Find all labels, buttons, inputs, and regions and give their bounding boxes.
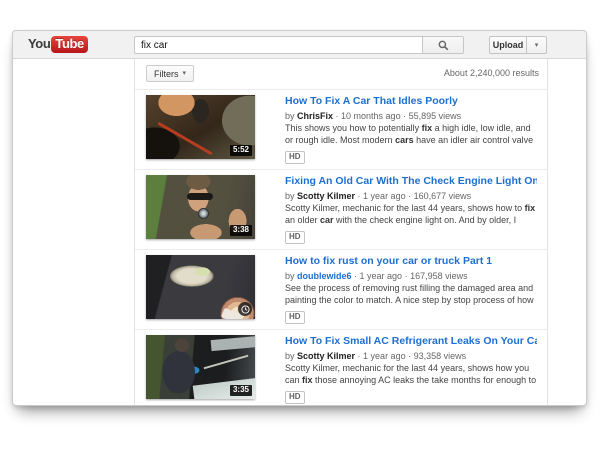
- thumbnail-art: [187, 193, 213, 200]
- chevron-down-icon: ▾: [182, 70, 187, 77]
- video-age: 10 months ago: [341, 111, 401, 121]
- watch-later-icon[interactable]: [238, 302, 252, 316]
- author-link[interactable]: Scotty Kilmer: [297, 351, 355, 361]
- meta-separator: ·: [402, 271, 411, 281]
- meta-separator: ·: [405, 351, 414, 361]
- author-link[interactable]: Scotty Kilmer: [297, 191, 355, 201]
- upload-caret-button[interactable]: ▾: [526, 36, 547, 54]
- result-row: 3:35 How To Fix Small AC Refrigerant Lea…: [135, 330, 547, 405]
- video-description: This shows you how to potentially fix a …: [285, 123, 534, 145]
- logo-tube-text: Tube: [51, 36, 88, 53]
- video-age: 1 year ago: [359, 271, 403, 281]
- meta-separator: ·: [400, 111, 409, 121]
- upload-button[interactable]: Upload: [489, 36, 526, 54]
- hd-badge: HD: [285, 231, 305, 244]
- video-title-link[interactable]: Fixing An Old Car With The Check Engine …: [285, 175, 537, 188]
- duration-badge: 3:35: [229, 385, 252, 396]
- video-thumbnail[interactable]: 5:52: [146, 95, 255, 159]
- video-meta: by Scotty Kilmer · 1 year ago · 160,677 …: [285, 190, 537, 202]
- duration-badge: 5:52: [229, 145, 252, 156]
- author-link[interactable]: doublewide6: [297, 271, 352, 281]
- search-input[interactable]: [134, 36, 423, 54]
- search-icon: [438, 40, 449, 51]
- video-thumbnail[interactable]: 3:35: [146, 335, 255, 399]
- video-age: 1 year ago: [363, 191, 406, 201]
- thumbnail-art: [210, 335, 255, 352]
- results-toolbar: Filters ▾ About 2,240,000 results: [135, 59, 547, 90]
- duration-badge: 3:38: [229, 225, 252, 236]
- browser-page: YouTube Upload ▾ Filters ▾ About 2,240,0…: [12, 30, 587, 406]
- video-views: 93,358 views: [413, 351, 467, 361]
- video-description: See the process of removing rust filling…: [285, 283, 534, 305]
- by-label: by: [285, 111, 298, 121]
- video-thumbnail[interactable]: [146, 255, 255, 319]
- result-text: Fixing An Old Car With The Check Engine …: [285, 175, 537, 244]
- video-views: 160,677 views: [413, 191, 472, 201]
- upload-group: Upload ▾: [489, 36, 547, 54]
- hd-badge: HD: [285, 311, 305, 324]
- video-meta: by doublewide6 · 1 year ago · 167,958 vi…: [285, 270, 537, 282]
- video-thumbnail[interactable]: 3:38: [146, 175, 255, 239]
- by-label: by: [285, 351, 298, 361]
- by-label: by: [285, 191, 298, 201]
- video-description: Scotty Kilmer, mechanic for the last 44 …: [285, 203, 536, 225]
- video-views: 55,895 views: [408, 111, 462, 121]
- result-text: How to fix rust on your car or truck Par…: [285, 255, 537, 324]
- results-count: About 2,240,000 results: [443, 68, 539, 78]
- video-views: 167,958 views: [410, 271, 468, 281]
- result-row: 3:38 Fixing An Old Car With The Check En…: [135, 170, 547, 250]
- result-text: How To Fix Small AC Refrigerant Leaks On…: [285, 335, 537, 404]
- author-link[interactable]: ChrisFix: [297, 111, 333, 121]
- video-title-link[interactable]: How to fix rust on your car or truck Par…: [285, 255, 537, 268]
- filters-label: Filters: [154, 68, 179, 79]
- meta-separator: ·: [333, 111, 342, 121]
- video-title-link[interactable]: How To Fix A Car That Idles Poorly: [285, 95, 537, 108]
- meta-separator: ·: [405, 191, 414, 201]
- hd-badge: HD: [285, 151, 305, 164]
- video-meta: by ChrisFix · 10 months ago · 55,895 vie…: [285, 110, 537, 122]
- filters-button[interactable]: Filters ▾: [146, 65, 195, 82]
- video-title-link[interactable]: How To Fix Small AC Refrigerant Leaks On…: [285, 335, 537, 348]
- thumbnail-art: [157, 121, 213, 156]
- meta-separator: ·: [355, 351, 364, 361]
- chevron-down-icon: ▾: [534, 41, 539, 49]
- result-text: How To Fix A Car That Idles Poorly by Ch…: [285, 95, 537, 164]
- meta-separator: ·: [351, 271, 360, 281]
- result-row: How to fix rust on your car or truck Par…: [135, 250, 547, 330]
- result-row: 5:52 How To Fix A Car That Idles Poorly …: [135, 90, 547, 170]
- hd-badge: HD: [285, 391, 305, 404]
- video-description: Scotty Kilmer, mechanic for the last 44 …: [285, 363, 537, 385]
- meta-separator: ·: [355, 191, 364, 201]
- video-meta: by Scotty Kilmer · 1 year ago · 93,358 v…: [285, 350, 537, 362]
- results-column: Filters ▾ About 2,240,000 results 5:52 H…: [134, 59, 548, 405]
- search-button[interactable]: [422, 36, 464, 54]
- youtube-logo[interactable]: You Tube: [28, 36, 88, 53]
- by-label: by: [285, 271, 298, 281]
- thumbnail-art: [198, 208, 209, 219]
- masthead: YouTube Upload ▾: [13, 31, 586, 59]
- logo-you-text: You: [28, 36, 51, 51]
- thumbnail-art: [203, 354, 249, 370]
- video-age: 1 year ago: [363, 351, 406, 361]
